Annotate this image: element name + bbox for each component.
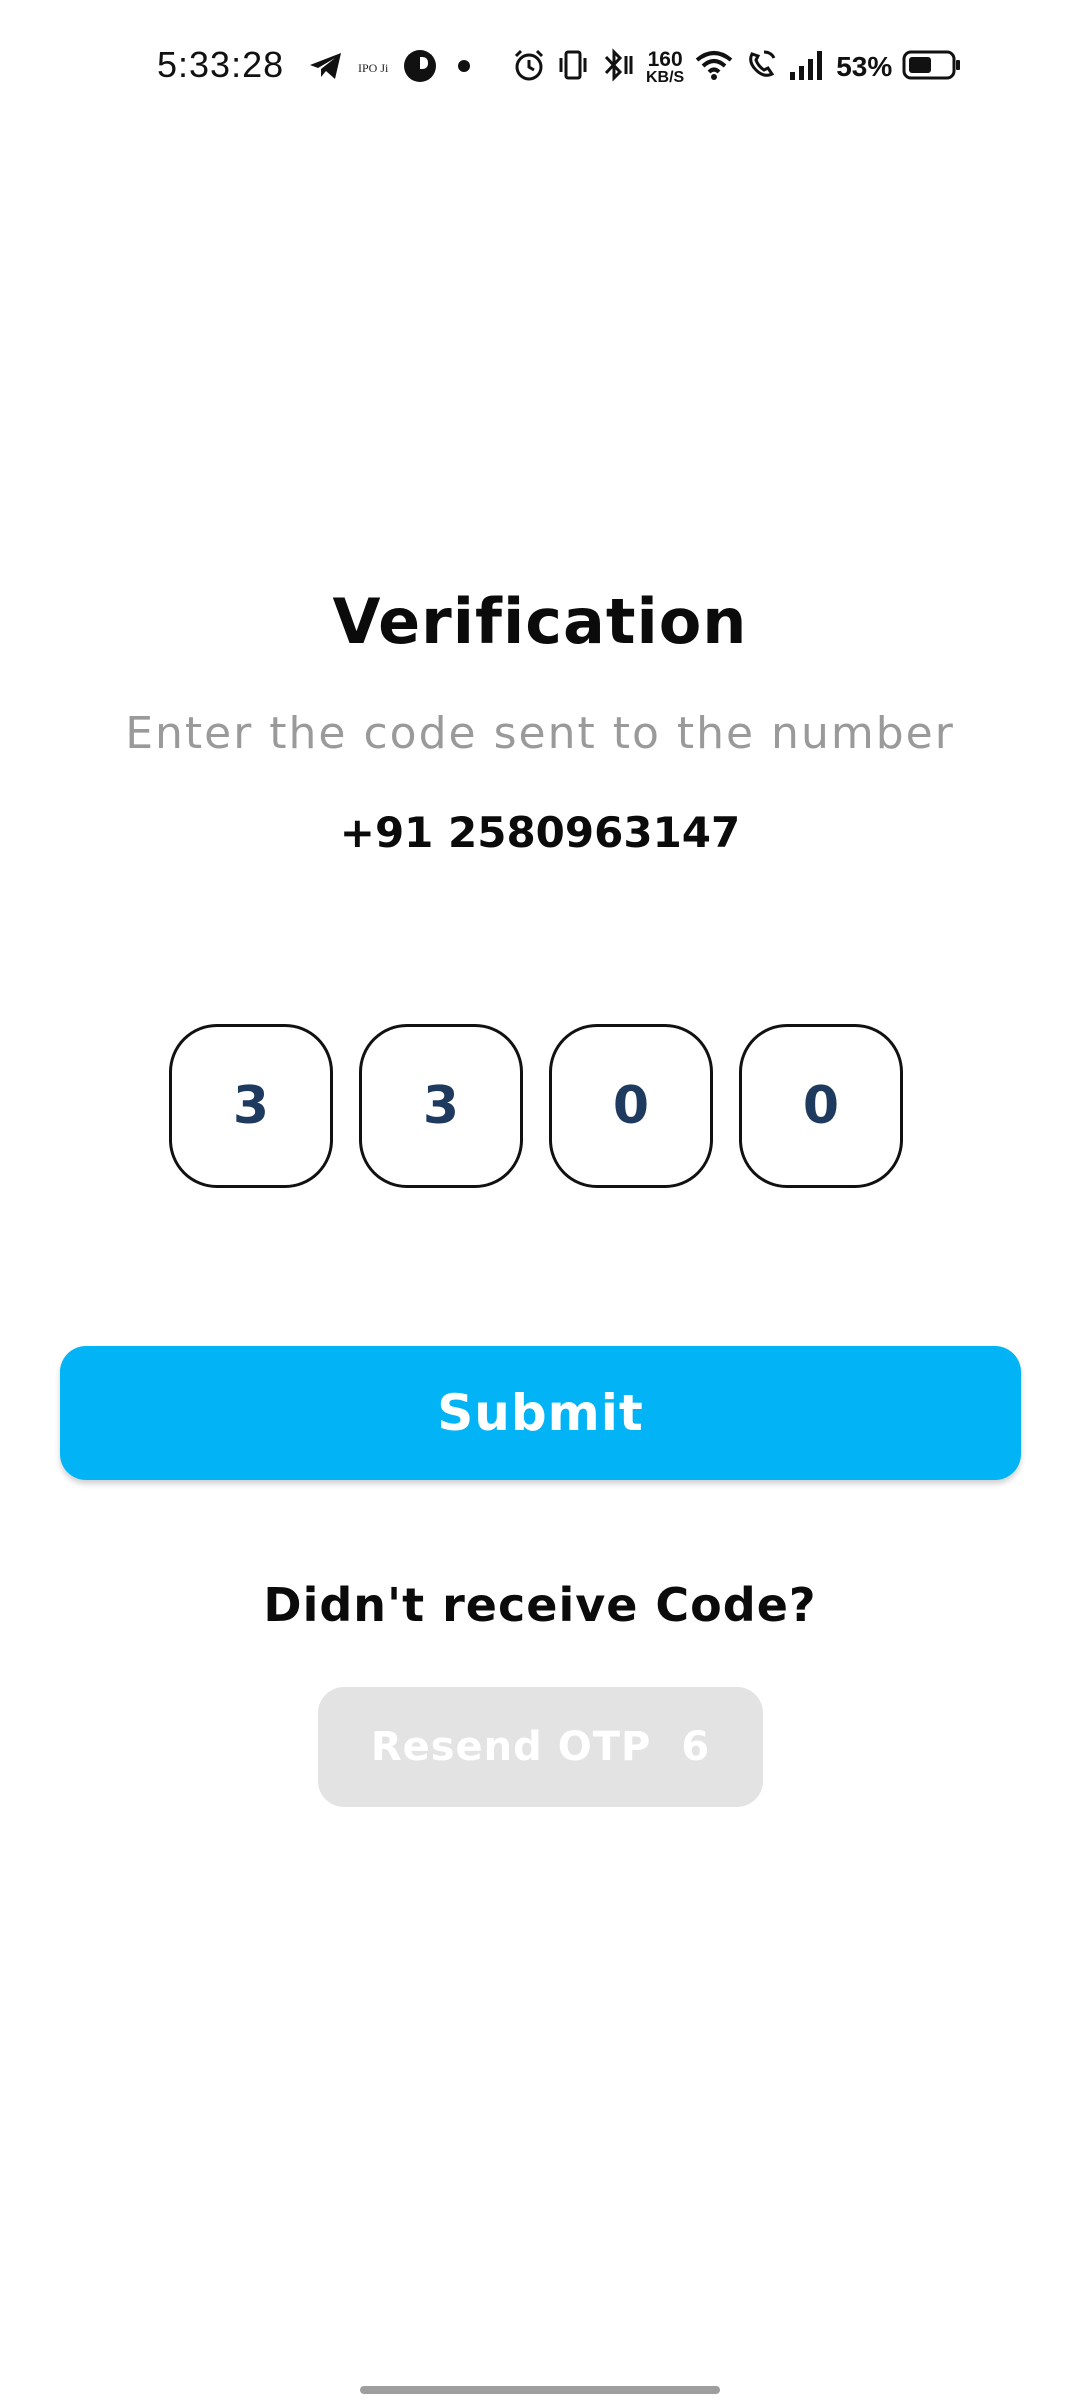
otp-digit-1[interactable]: 3 <box>169 1024 333 1188</box>
status-bar: 5:33:28 IPO Ji 160 KB/S 53% <box>0 0 1080 140</box>
resend-otp-label: Resend OTP <box>370 1724 652 1770</box>
resend-countdown: 6 <box>681 1724 711 1770</box>
signal-icon <box>788 48 826 86</box>
otp-digit-2[interactable]: 3 <box>359 1024 523 1188</box>
resend-otp-button[interactable]: Resend OTP 6 <box>318 1687 763 1807</box>
status-notification-icons: IPO Ji <box>308 48 476 88</box>
status-time: 5:33:28 <box>157 44 285 85</box>
home-indicator[interactable] <box>360 2386 720 2394</box>
didnt-receive-label: Didn't receive Code? <box>263 1578 817 1632</box>
dot-icon <box>452 54 476 82</box>
net-speed-indicator: 160 KB/S <box>646 49 684 86</box>
otp-digit-3[interactable]: 0 <box>549 1024 713 1188</box>
battery-icon <box>902 48 962 86</box>
vibrate-icon <box>556 48 590 86</box>
wifi-icon <box>694 48 734 86</box>
instruction-text: Enter the code sent to the number <box>125 708 955 759</box>
ipo-ji-icon: IPO Ji <box>358 60 389 75</box>
bluetooth-icon <box>600 48 636 86</box>
submit-button[interactable]: Submit <box>60 1346 1021 1480</box>
battery-percent: 53% <box>836 51 893 82</box>
telegram-icon <box>308 50 344 86</box>
otp-input-group: 3 3 0 0 <box>169 1024 903 1188</box>
otp-digit-4[interactable]: 0 <box>739 1024 903 1188</box>
status-system-icons: 160 KB/S 53% <box>512 44 962 90</box>
net-speed-unit: KB/S <box>646 68 685 86</box>
phone-number: +91 2580963147 <box>339 808 741 857</box>
net-speed-value: 160 <box>647 47 683 71</box>
app-icon <box>402 48 438 88</box>
alarm-icon <box>512 48 546 86</box>
wifi-calling-icon <box>744 48 778 86</box>
page-title: Verification <box>332 585 748 658</box>
